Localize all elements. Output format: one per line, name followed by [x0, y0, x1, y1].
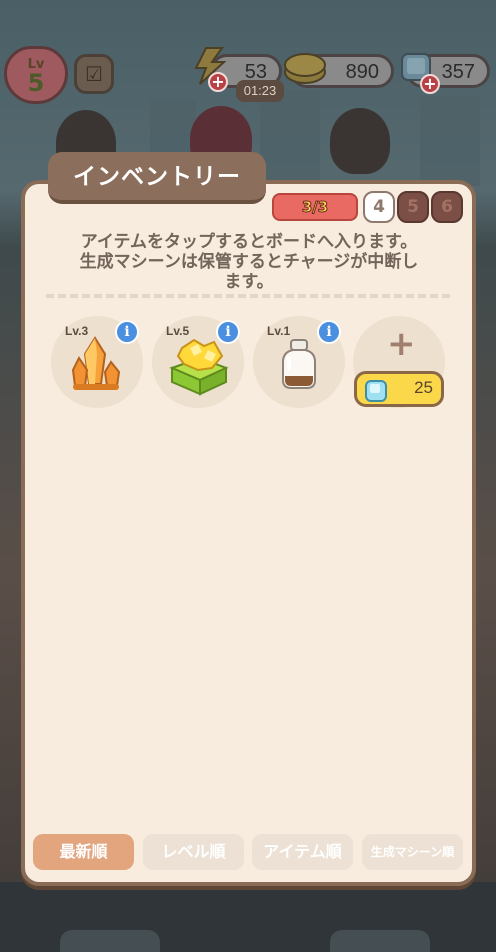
buy-slot-button[interactable]: 25 [354, 371, 444, 407]
background-character [330, 108, 390, 174]
page-tab-6-locked[interactable]: 6 [431, 191, 463, 223]
inventory-slot[interactable]: Lv.5 i [152, 316, 244, 408]
sort-generator-button[interactable]: 生成マシーン順 [362, 834, 463, 870]
calendar-check-icon: ☑ [85, 62, 103, 86]
inventory-slot[interactable]: Lv.3 i [51, 316, 143, 408]
sort-level-button[interactable]: レベル順 [143, 834, 244, 870]
orange-crystal-icon [71, 336, 121, 390]
sort-newest-button[interactable]: 最新順 [33, 834, 134, 870]
sort-item-button[interactable]: アイテム順 [252, 834, 353, 870]
page-tab-5-locked[interactable]: 5 [397, 191, 429, 223]
background-floor-tile [330, 930, 430, 952]
energy-plus-button[interactable]: + [208, 72, 228, 92]
coin-value: 890 [345, 61, 379, 83]
player-level-badge[interactable]: Lv 5 [4, 46, 68, 104]
gem-plus-button[interactable]: + [420, 74, 440, 94]
description-line: アイテムをタップするとボードへ入ります。 [80, 232, 418, 252]
description-line: 生成マシーンは保管するとチャージが中断し [79, 252, 419, 272]
sort-button-row: 最新順 レベル順 アイテム順 生成マシーン順 [33, 834, 463, 870]
inventory-title: インベントリー [48, 152, 266, 204]
background-building [420, 96, 480, 186]
add-slot-plus-icon: + [387, 324, 416, 364]
dashed-divider [46, 294, 450, 298]
gold-nugget-box-icon [169, 338, 229, 396]
gem-icon [365, 380, 387, 402]
page-tab-4[interactable]: 4 [363, 191, 395, 223]
inventory-slot[interactable]: Lv.1 i [253, 316, 345, 408]
background-building [260, 90, 320, 190]
player-level-value: 5 [27, 69, 45, 97]
coin-icon [284, 53, 326, 84]
description-line: ます。 [224, 272, 274, 292]
page-indicator-current[interactable]: 3/3 [272, 193, 358, 221]
glass-jar-icon [282, 339, 316, 389]
energy-timer: 01:23 [236, 80, 284, 102]
inventory-description: アイテムをタップするとボードへ入ります。 生成マシーンは保管するとチャージが中断… [44, 232, 454, 292]
buy-slot-cost: 25 [414, 378, 433, 397]
background-floor-tile [60, 930, 160, 952]
background-floor [0, 882, 496, 952]
calendar-button[interactable]: ☑ [74, 54, 114, 94]
gem-value: 357 [441, 61, 475, 83]
